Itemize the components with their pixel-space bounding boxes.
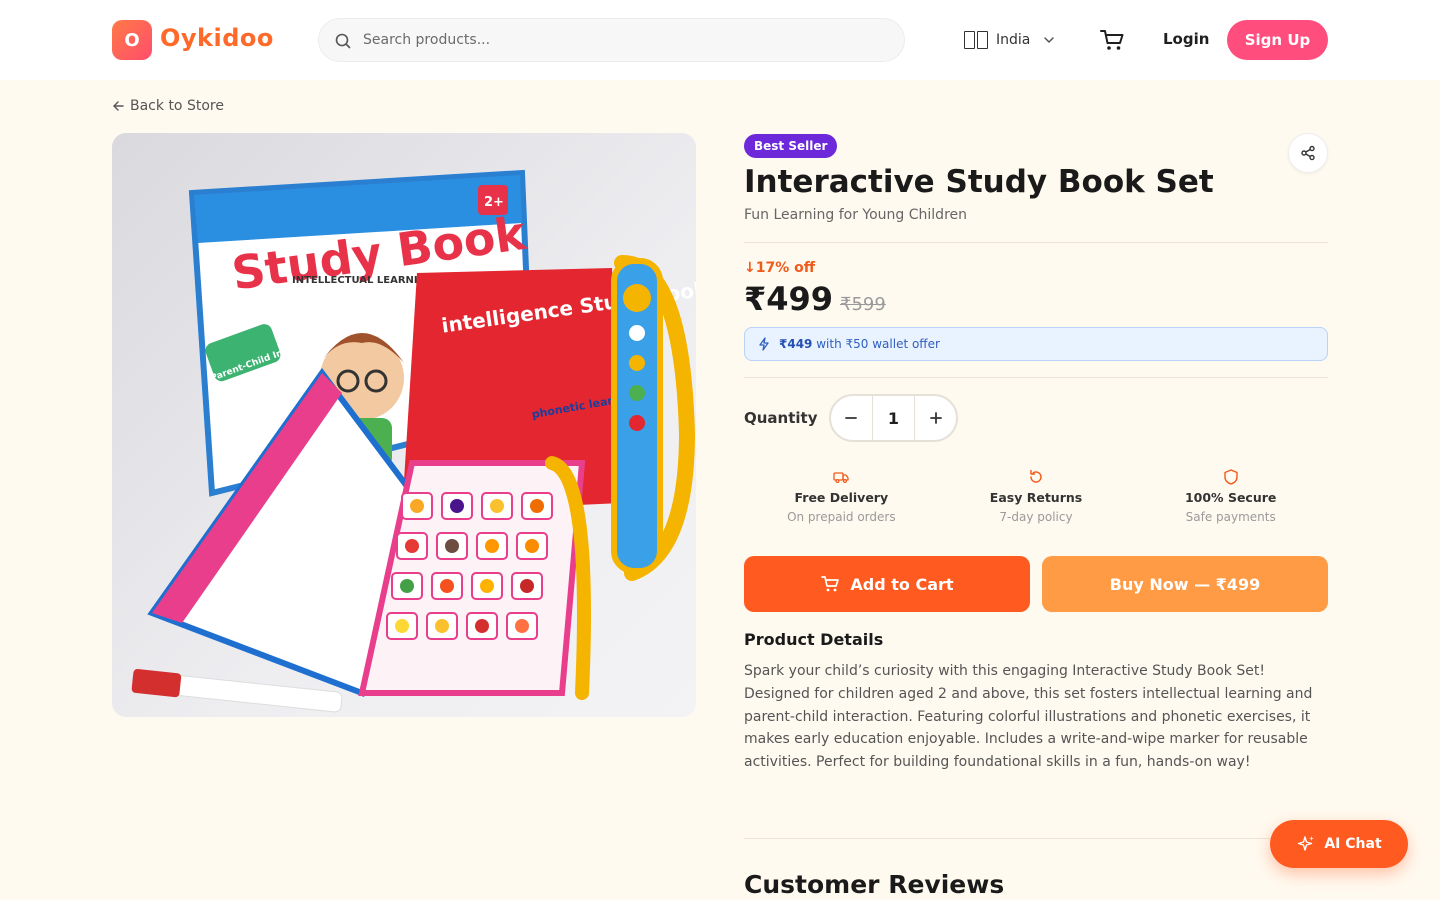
feature-title: Free Delivery: [794, 490, 889, 505]
product-photo: Study Book INTELLECTUAL LEARNING 2+ Pare…: [131, 169, 696, 713]
feature-subtitle: Safe payments: [1185, 510, 1276, 524]
ai-chat-label: AI Chat: [1324, 836, 1382, 852]
product-details-text: Spark your child’s curiosity with this e…: [744, 663, 1313, 771]
decrease-button[interactable]: [831, 396, 872, 440]
feature-title: 100% Secure: [1184, 490, 1277, 505]
discount-label: ↓17% off: [744, 260, 816, 276]
product-subtitle: Fun Learning for Young Children: [744, 207, 968, 223]
back-to-store-link[interactable]: Back to Store: [112, 98, 224, 114]
cart-icon[interactable]: [1098, 26, 1126, 54]
box-sub-text: INTELLECTUAL LEARNING: [292, 275, 434, 286]
search-input[interactable]: [363, 19, 883, 61]
feature-title: Easy Returns: [989, 490, 1083, 505]
feature-delivery: Free Delivery On prepaid orders: [744, 468, 939, 532]
minus-icon: [845, 417, 858, 419]
best-seller-badge: Best Seller: [744, 134, 838, 158]
back-label: Back to Store: [130, 98, 224, 114]
sparkle-icon: [1298, 836, 1315, 851]
rotate-icon: [1030, 469, 1042, 483]
search-icon: [335, 33, 351, 49]
share-button[interactable]: [1288, 133, 1328, 173]
plus-icon: [929, 412, 942, 424]
feature-subtitle: 7-day policy: [999, 510, 1073, 524]
shield-icon: [1223, 469, 1238, 485]
brand-name[interactable]: Oykidoo: [160, 24, 274, 52]
divider: [744, 377, 1328, 378]
increase-button[interactable]: [915, 396, 956, 440]
logo-badge[interactable]: O: [112, 20, 152, 60]
site-header: O Oykidoo India Login Sign Up: [0, 0, 1440, 80]
feature-secure: 100% Secure Safe payments: [1133, 468, 1328, 532]
add-to-cart-button[interactable]: Add to Cart: [744, 556, 1030, 612]
add-to-cart-label: Add to Cart: [850, 574, 954, 594]
cart-icon: [821, 576, 840, 592]
original-price: ₹599: [840, 294, 886, 315]
divider: [744, 838, 1328, 839]
signup-button[interactable]: Sign Up: [1227, 20, 1328, 60]
divider: [744, 242, 1328, 243]
login-button[interactable]: Login: [1163, 30, 1209, 48]
price: ₹499: [744, 280, 834, 318]
search-bar[interactable]: [318, 18, 905, 62]
product-title: Interactive Study Book Set: [744, 164, 1214, 200]
quantity-label: Quantity: [744, 409, 818, 427]
customer-reviews-heading: Customer Reviews: [744, 870, 1005, 899]
product-image[interactable]: Study Book INTELLECTUAL LEARNING 2+ Pare…: [112, 133, 696, 717]
quantity-stepper[interactable]: 1: [829, 394, 958, 442]
ai-chat-button[interactable]: AI Chat: [1270, 820, 1408, 868]
wallet-text: with ₹50 wallet offer: [816, 337, 940, 351]
feature-subtitle: On prepaid orders: [787, 510, 896, 524]
lightning-icon: [759, 337, 769, 351]
truck-icon: [833, 472, 849, 484]
flag-icon: [964, 31, 988, 49]
age-badge-text: 2+: [484, 195, 504, 210]
country-selector[interactable]: India: [964, 28, 1056, 52]
chevron-down-icon: [1044, 37, 1055, 44]
feature-returns: Easy Returns 7-day policy: [939, 468, 1134, 532]
arrow-left-icon: [113, 101, 124, 111]
wallet-offer: ₹449 with ₹50 wallet offer: [744, 327, 1328, 361]
product-details-heading: Product Details: [744, 630, 884, 649]
buy-now-button[interactable]: Buy Now — ₹499: [1042, 556, 1328, 612]
share-icon: [1301, 145, 1315, 161]
quantity-value[interactable]: 1: [871, 396, 916, 440]
feature-list: Free Delivery On prepaid orders Easy Ret…: [744, 468, 1328, 532]
country-label: India: [996, 32, 1031, 48]
wallet-price: ₹449: [779, 337, 813, 351]
